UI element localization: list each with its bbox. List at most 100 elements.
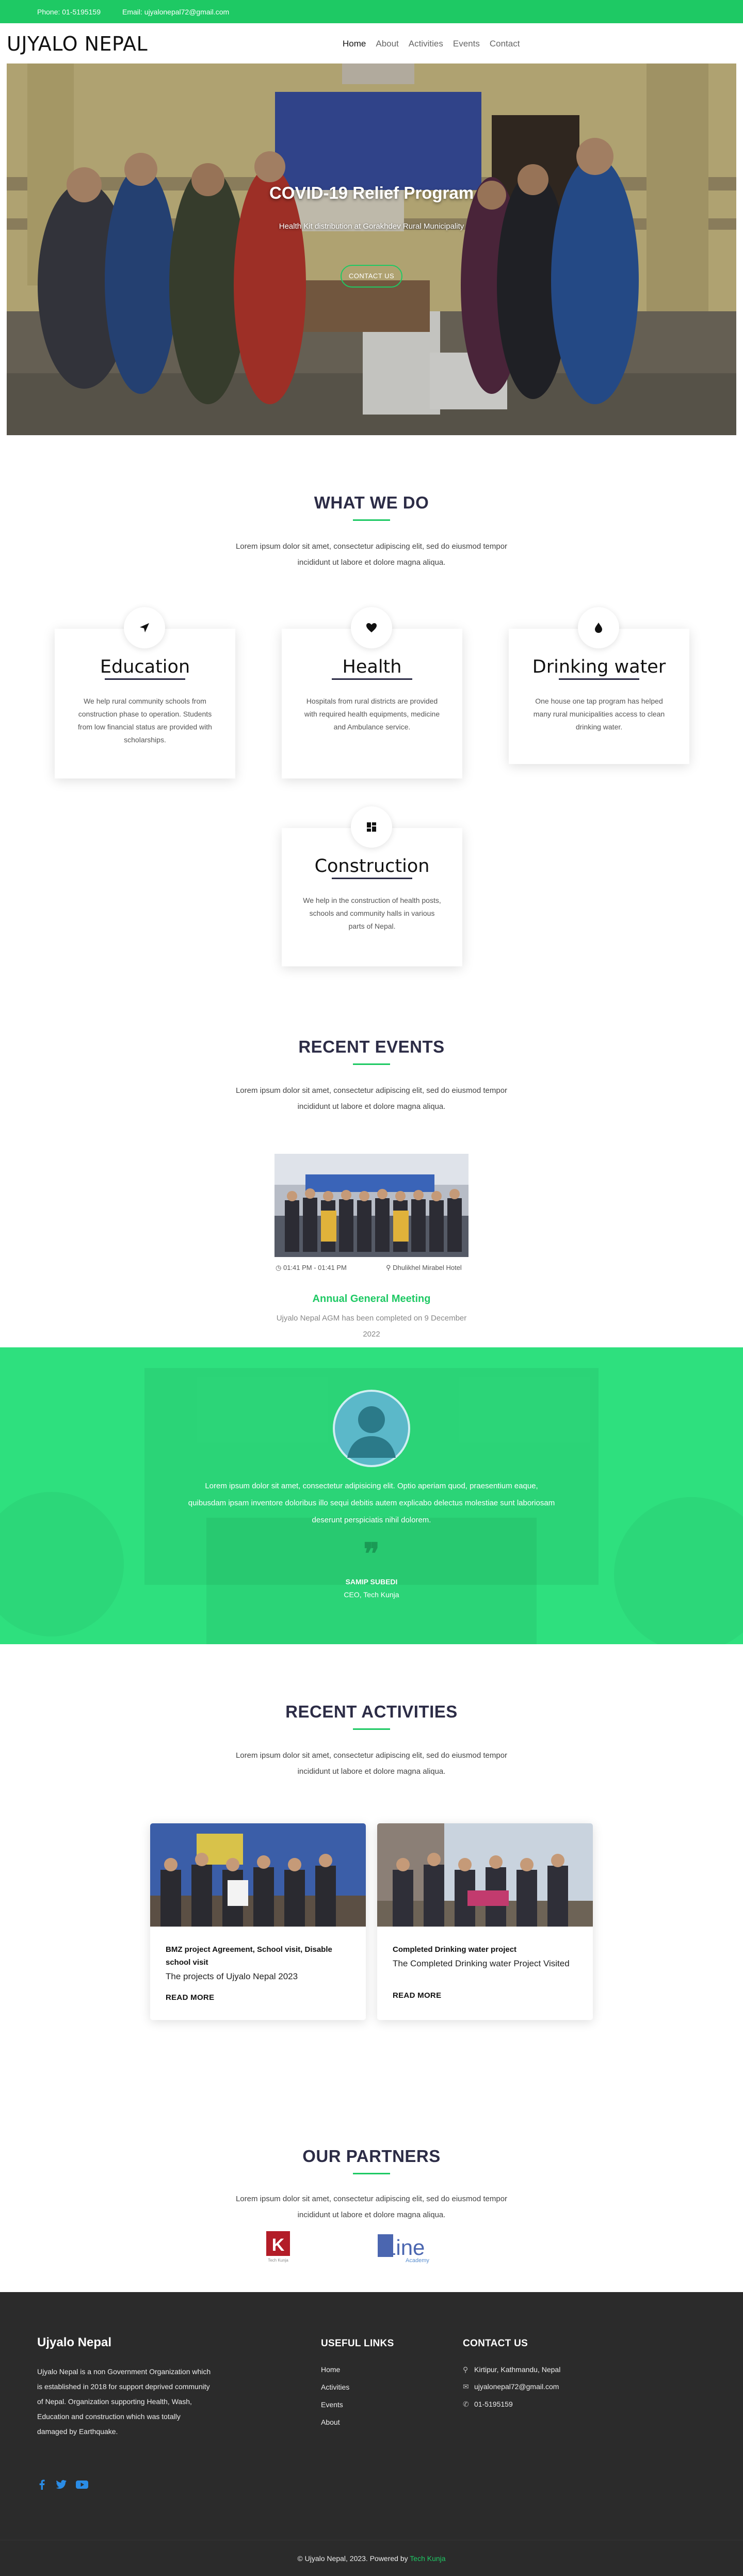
testimonial-quote: Lorem ipsum dolor sit amet, consectetur … [188, 1482, 555, 1524]
event-image[interactable] [274, 1154, 469, 1257]
read-more-link[interactable]: READ MORE [166, 1993, 214, 2002]
service-description: Hospitals from rural districts are provi… [304, 697, 440, 731]
event-time: ◷ 01:41 PM - 01:41 PM [276, 1264, 347, 1271]
service-description: We help rural community schools from con… [78, 697, 212, 744]
clock-icon: ◷ [276, 1264, 282, 1271]
heart-icon [351, 607, 392, 648]
footer-link-events[interactable]: Events [321, 2400, 343, 2409]
testimonial-role: CEO, Tech Kunja [344, 1591, 399, 1599]
svg-text:Line: Line [384, 2235, 425, 2260]
title-underline [353, 1728, 390, 1730]
footer-link-about[interactable]: About [321, 2418, 340, 2426]
svg-text:Academy: Academy [406, 2257, 429, 2264]
nav-activities[interactable]: Activities [409, 39, 443, 49]
contact-us-title: CONTACT US [463, 2338, 528, 2349]
nav-home[interactable]: Home [343, 39, 366, 49]
activity-photo [377, 1823, 593, 1927]
svg-text:K: K [272, 2235, 285, 2255]
map-pin-icon: ⚲ [463, 2365, 469, 2374]
testimonial-name: SAMIP SUBEDI [345, 1578, 398, 1586]
service-description: We help in the construction of health po… [303, 896, 441, 930]
event-title[interactable]: Annual General Meeting [0, 1293, 743, 1305]
topbar-phone[interactable]: Phone: 01-5195159 [37, 8, 101, 16]
service-title: Health [342, 657, 402, 677]
what-we-do-description: Lorem ipsum dolor sit amet, consectetur … [235, 542, 508, 567]
nav-contact[interactable]: Contact [490, 39, 520, 49]
contact-phone[interactable]: ✆ 01-5195159 [463, 2400, 513, 2409]
footer-about: Ujyalo Nepal is a non Government Organiz… [37, 2367, 211, 2436]
copyright-link[interactable]: Tech Kunja [410, 2554, 445, 2563]
our-partners-title: OUR PARTNERS [302, 2146, 441, 2166]
service-title-underline [332, 678, 412, 680]
activity-image[interactable] [377, 1823, 593, 1927]
useful-links-title: USEFUL LINKS [321, 2338, 394, 2349]
recent-events-description: Lorem ipsum dolor sit amet, consectetur … [235, 1086, 508, 1111]
copyright-bar: © Ujyalo Nepal, 2023. Powered by Tech Ku… [0, 2540, 743, 2576]
footer-link-activities[interactable]: Activities [321, 2383, 349, 2391]
service-title-underline [559, 678, 639, 680]
activity-card[interactable]: BMZ project Agreement, School visit, Dis… [150, 1823, 366, 2020]
service-card-education[interactable]: Education We help rural community school… [55, 607, 235, 778]
header: UJYALO NEPAL Home About Activities Event… [0, 23, 743, 63]
partner-logo-line-academy[interactable]: Line Academy [377, 2232, 439, 2264]
twitter-icon[interactable] [56, 2479, 67, 2492]
tech-kunja-logo: K Tech Kunja [266, 2231, 290, 2263]
recent-activities-description: Lorem ipsum dolor sit amet, consectetur … [235, 1751, 508, 1776]
site-logo[interactable]: UJYALO NEPAL [7, 33, 148, 55]
title-underline [353, 519, 390, 521]
partners-description: Lorem ipsum dolor sit amet, consectetur … [235, 2195, 508, 2219]
service-card-construction[interactable]: Construction We help in the construction… [282, 806, 462, 966]
activity-image[interactable] [150, 1823, 366, 1927]
activity-title: Completed Drinking water project [393, 1945, 517, 1954]
read-more-link[interactable]: READ MORE [393, 1991, 441, 2000]
service-title: Education [100, 657, 190, 677]
service-card-health[interactable]: Health Hospitals from rural districts ar… [282, 607, 462, 778]
activity-description: The projects of Ujyalo Nepal 2023 [166, 1971, 298, 1981]
activity-photo [150, 1823, 366, 1927]
nav-events[interactable]: Events [453, 39, 480, 49]
footer-link-home[interactable]: Home [321, 2365, 340, 2374]
hero-subtitle: Health Kit distribution at Gorakhdev Rur… [279, 222, 464, 231]
hero-banner: COVID-19 Relief Program Health Kit distr… [7, 63, 736, 435]
partner-logo-tech-kunja[interactable]: K Tech Kunja [265, 2230, 291, 2263]
main-nav: Home About Activities Events Contact [343, 39, 520, 49]
what-we-do-title: WHAT WE DO [314, 493, 429, 512]
service-title: Construction [314, 856, 430, 877]
topbar: Phone: 01-5195159 Email: ujyalonepal72@g… [0, 0, 743, 23]
nav-about[interactable]: About [376, 39, 398, 49]
event-description: Ujyalo Nepal AGM has been completed on 9… [276, 1314, 467, 1339]
event-location: ⚲ Dhulikhel Mirabel Hotel [386, 1264, 462, 1271]
activity-title: BMZ project Agreement, School visit, Dis… [166, 1945, 332, 1967]
testimonial-avatar [333, 1390, 410, 1467]
recent-events-title: RECENT EVENTS [298, 1037, 445, 1056]
contact-us-button[interactable]: CONTACT US [341, 265, 402, 288]
phone-icon: ✆ [463, 2400, 469, 2408]
map-pin-icon: ⚲ [386, 1264, 391, 1271]
service-card-drinking-water[interactable]: Drinking water One house one tap program… [509, 607, 689, 764]
mail-icon: ✉ [463, 2382, 469, 2391]
contact-address: ⚲ Kirtipur, Kathmandu, Nepal [463, 2365, 561, 2374]
footer: Ujyalo Nepal Ujyalo Nepal is a non Gover… [0, 2292, 743, 2540]
svg-text:Tech Kunja: Tech Kunja [268, 2258, 288, 2263]
event-photo [274, 1154, 469, 1257]
recent-activities-title: RECENT ACTIVITIES [285, 1702, 458, 1721]
facebook-icon[interactable] [37, 2479, 47, 2492]
testimonial-section: Lorem ipsum dolor sit amet, consectetur … [0, 1347, 743, 1644]
hero-photo [7, 63, 736, 435]
send-icon [124, 607, 165, 648]
copyright-text: © Ujyalo Nepal, 2023. Powered by [297, 2554, 408, 2563]
service-description: One house one tap program has helped man… [533, 697, 665, 731]
youtube-icon[interactable] [75, 2479, 89, 2492]
water-drop-icon [578, 607, 619, 648]
contact-email[interactable]: ✉ ujyalonepal72@gmail.com [463, 2382, 559, 2391]
title-underline [353, 2173, 390, 2174]
footer-brand: Ujyalo Nepal [37, 2335, 112, 2349]
line-academy-logo: Line Academy [378, 2234, 429, 2264]
activity-description: The Completed Drinking water Project Vis… [393, 1959, 570, 1968]
title-underline [353, 1063, 390, 1065]
topbar-email[interactable]: Email: ujyalonepal72@gmail.com [122, 8, 229, 16]
activity-card[interactable]: Completed Drinking water project The Com… [377, 1823, 593, 2020]
dashboard-icon [351, 806, 392, 848]
hero-title: COVID-19 Relief Program [269, 183, 474, 202]
service-title-underline [105, 678, 185, 680]
